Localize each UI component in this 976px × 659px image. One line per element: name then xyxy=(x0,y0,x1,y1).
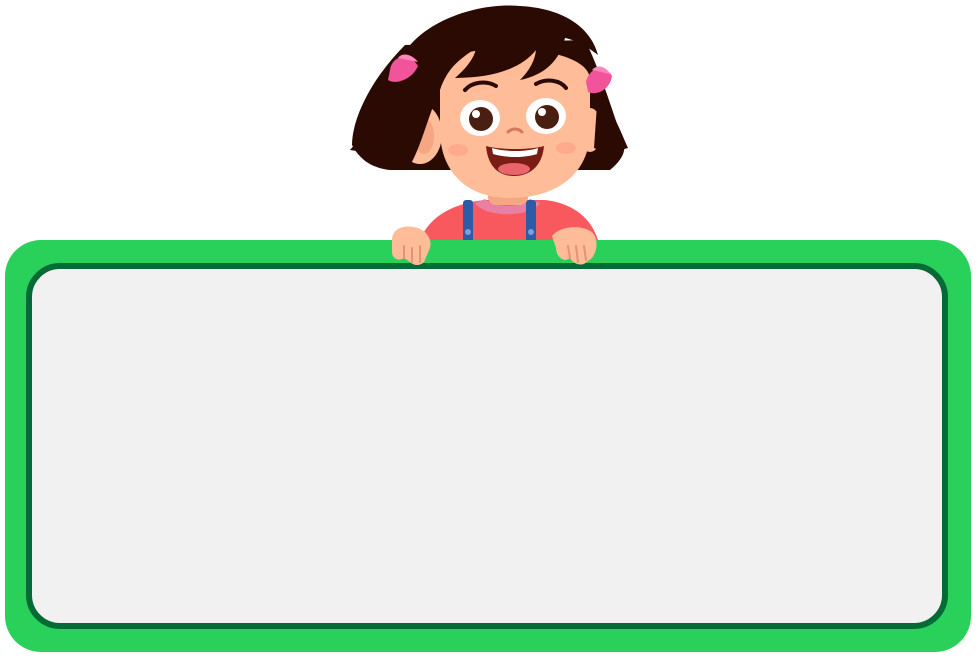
board-panel xyxy=(26,263,948,629)
strap-right xyxy=(526,200,536,242)
girl-peeking-icon xyxy=(350,5,628,242)
board-text xyxy=(32,269,942,623)
scene xyxy=(0,0,976,659)
strap-left xyxy=(463,200,473,242)
